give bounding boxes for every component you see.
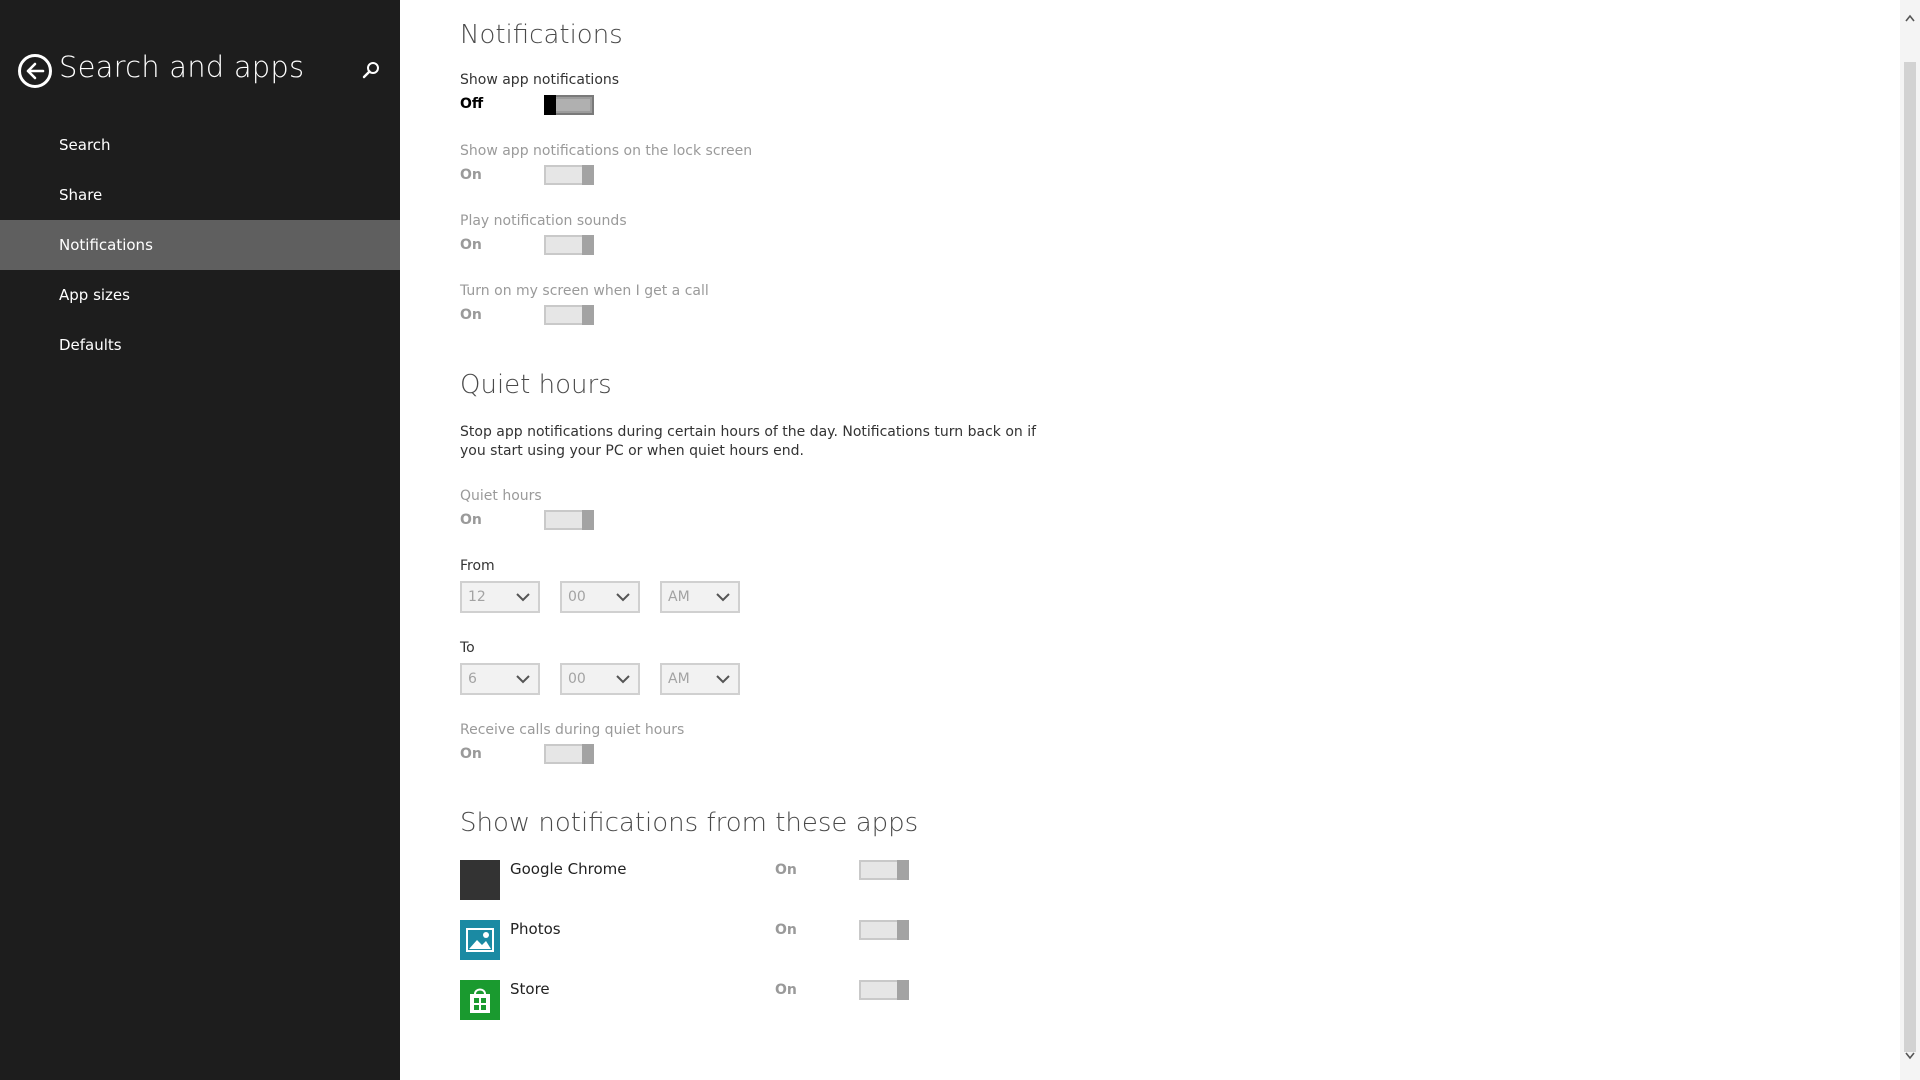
- quiet-hours-toggle[interactable]: [544, 510, 594, 530]
- quiet-hours-label: Quiet hours: [460, 488, 542, 504]
- to-period-select[interactable]: AM: [660, 663, 740, 695]
- from-minute-value: 00: [568, 589, 586, 605]
- sidebar-item-share[interactable]: Share: [0, 170, 400, 220]
- vertical-scrollbar[interactable]: [1900, 0, 1920, 1080]
- notification-sounds-state: On: [460, 237, 482, 253]
- store-toggle[interactable]: [859, 980, 909, 1000]
- from-hour-select[interactable]: 12: [460, 581, 540, 613]
- photos-toggle[interactable]: [859, 920, 909, 940]
- receive-calls-state: On: [460, 746, 482, 762]
- sidebar: Search and apps Search Share Notificatio…: [0, 0, 400, 1080]
- sidebar-item-defaults[interactable]: Defaults: [0, 320, 400, 370]
- receive-calls-label: Receive calls during quiet hours: [460, 722, 685, 738]
- app-name-store: Store: [510, 980, 550, 998]
- to-hour-value: 6: [468, 671, 477, 687]
- chevron-down-icon[interactable]: [1905, 1052, 1915, 1060]
- show-app-notifications-label: Show app notifications: [460, 72, 620, 88]
- google-chrome-toggle[interactable]: [859, 860, 909, 880]
- sidebar-item-app-sizes[interactable]: App sizes: [0, 270, 400, 320]
- chevron-down-icon: [616, 675, 630, 684]
- settings-panel: Notifications Show app notifications Off…: [400, 0, 1900, 1080]
- photos-icon: [460, 920, 500, 960]
- receive-calls-toggle[interactable]: [544, 744, 594, 764]
- screen-on-call-label: Turn on my screen when I get a call: [460, 283, 709, 299]
- apps-heading: Show notifications from these apps: [460, 808, 919, 838]
- from-label: From: [460, 558, 495, 574]
- notification-sounds-toggle[interactable]: [544, 235, 594, 255]
- quiet-hours-description: Stop app notifications during certain ho…: [460, 424, 1037, 459]
- google-chrome-tile-icon: [460, 860, 500, 900]
- back-arrow-icon[interactable]: [18, 54, 52, 88]
- notifications-heading: Notifications: [460, 20, 623, 50]
- quiet-hours-heading: Quiet hours: [460, 370, 612, 400]
- scroll-thumb[interactable]: [1904, 62, 1916, 1052]
- chevron-down-icon: [516, 675, 530, 684]
- screen-on-call-state: On: [460, 307, 482, 323]
- app-state-store: On: [775, 982, 797, 998]
- to-minute-value: 00: [568, 671, 586, 687]
- chevron-down-icon: [616, 593, 630, 602]
- chevron-down-icon: [716, 675, 730, 684]
- sidebar-item-notifications[interactable]: Notifications: [0, 220, 400, 270]
- app-state-google-chrome: On: [775, 862, 797, 878]
- screen-on-call-toggle[interactable]: [544, 305, 594, 325]
- search-icon[interactable]: [360, 60, 382, 82]
- show-app-notifications-toggle[interactable]: [544, 95, 594, 115]
- from-period-value: AM: [668, 589, 690, 605]
- page-title: Search and apps: [59, 50, 305, 84]
- to-hour-select[interactable]: 6: [460, 663, 540, 695]
- app-name-google-chrome: Google Chrome: [510, 860, 627, 878]
- notification-sounds-label: Play notification sounds: [460, 213, 627, 229]
- chevron-down-icon: [716, 593, 730, 602]
- chevron-up-icon[interactable]: [1905, 14, 1915, 22]
- from-minute-select[interactable]: 00: [560, 581, 640, 613]
- app-state-photos: On: [775, 922, 797, 938]
- store-icon: [460, 980, 500, 1020]
- lock-screen-notifications-state: On: [460, 167, 482, 183]
- app-name-photos: Photos: [510, 920, 561, 938]
- to-label: To: [460, 640, 475, 656]
- chevron-down-icon: [516, 593, 530, 602]
- show-app-notifications-state: Off: [460, 96, 484, 112]
- from-hour-value: 12: [468, 589, 486, 605]
- quiet-hours-state: On: [460, 512, 482, 528]
- to-minute-select[interactable]: 00: [560, 663, 640, 695]
- lock-screen-notifications-label: Show app notifications on the lock scree…: [460, 143, 753, 159]
- lock-screen-notifications-toggle[interactable]: [544, 165, 594, 185]
- from-period-select[interactable]: AM: [660, 581, 740, 613]
- to-period-value: AM: [668, 671, 690, 687]
- sidebar-item-search[interactable]: Search: [0, 120, 400, 170]
